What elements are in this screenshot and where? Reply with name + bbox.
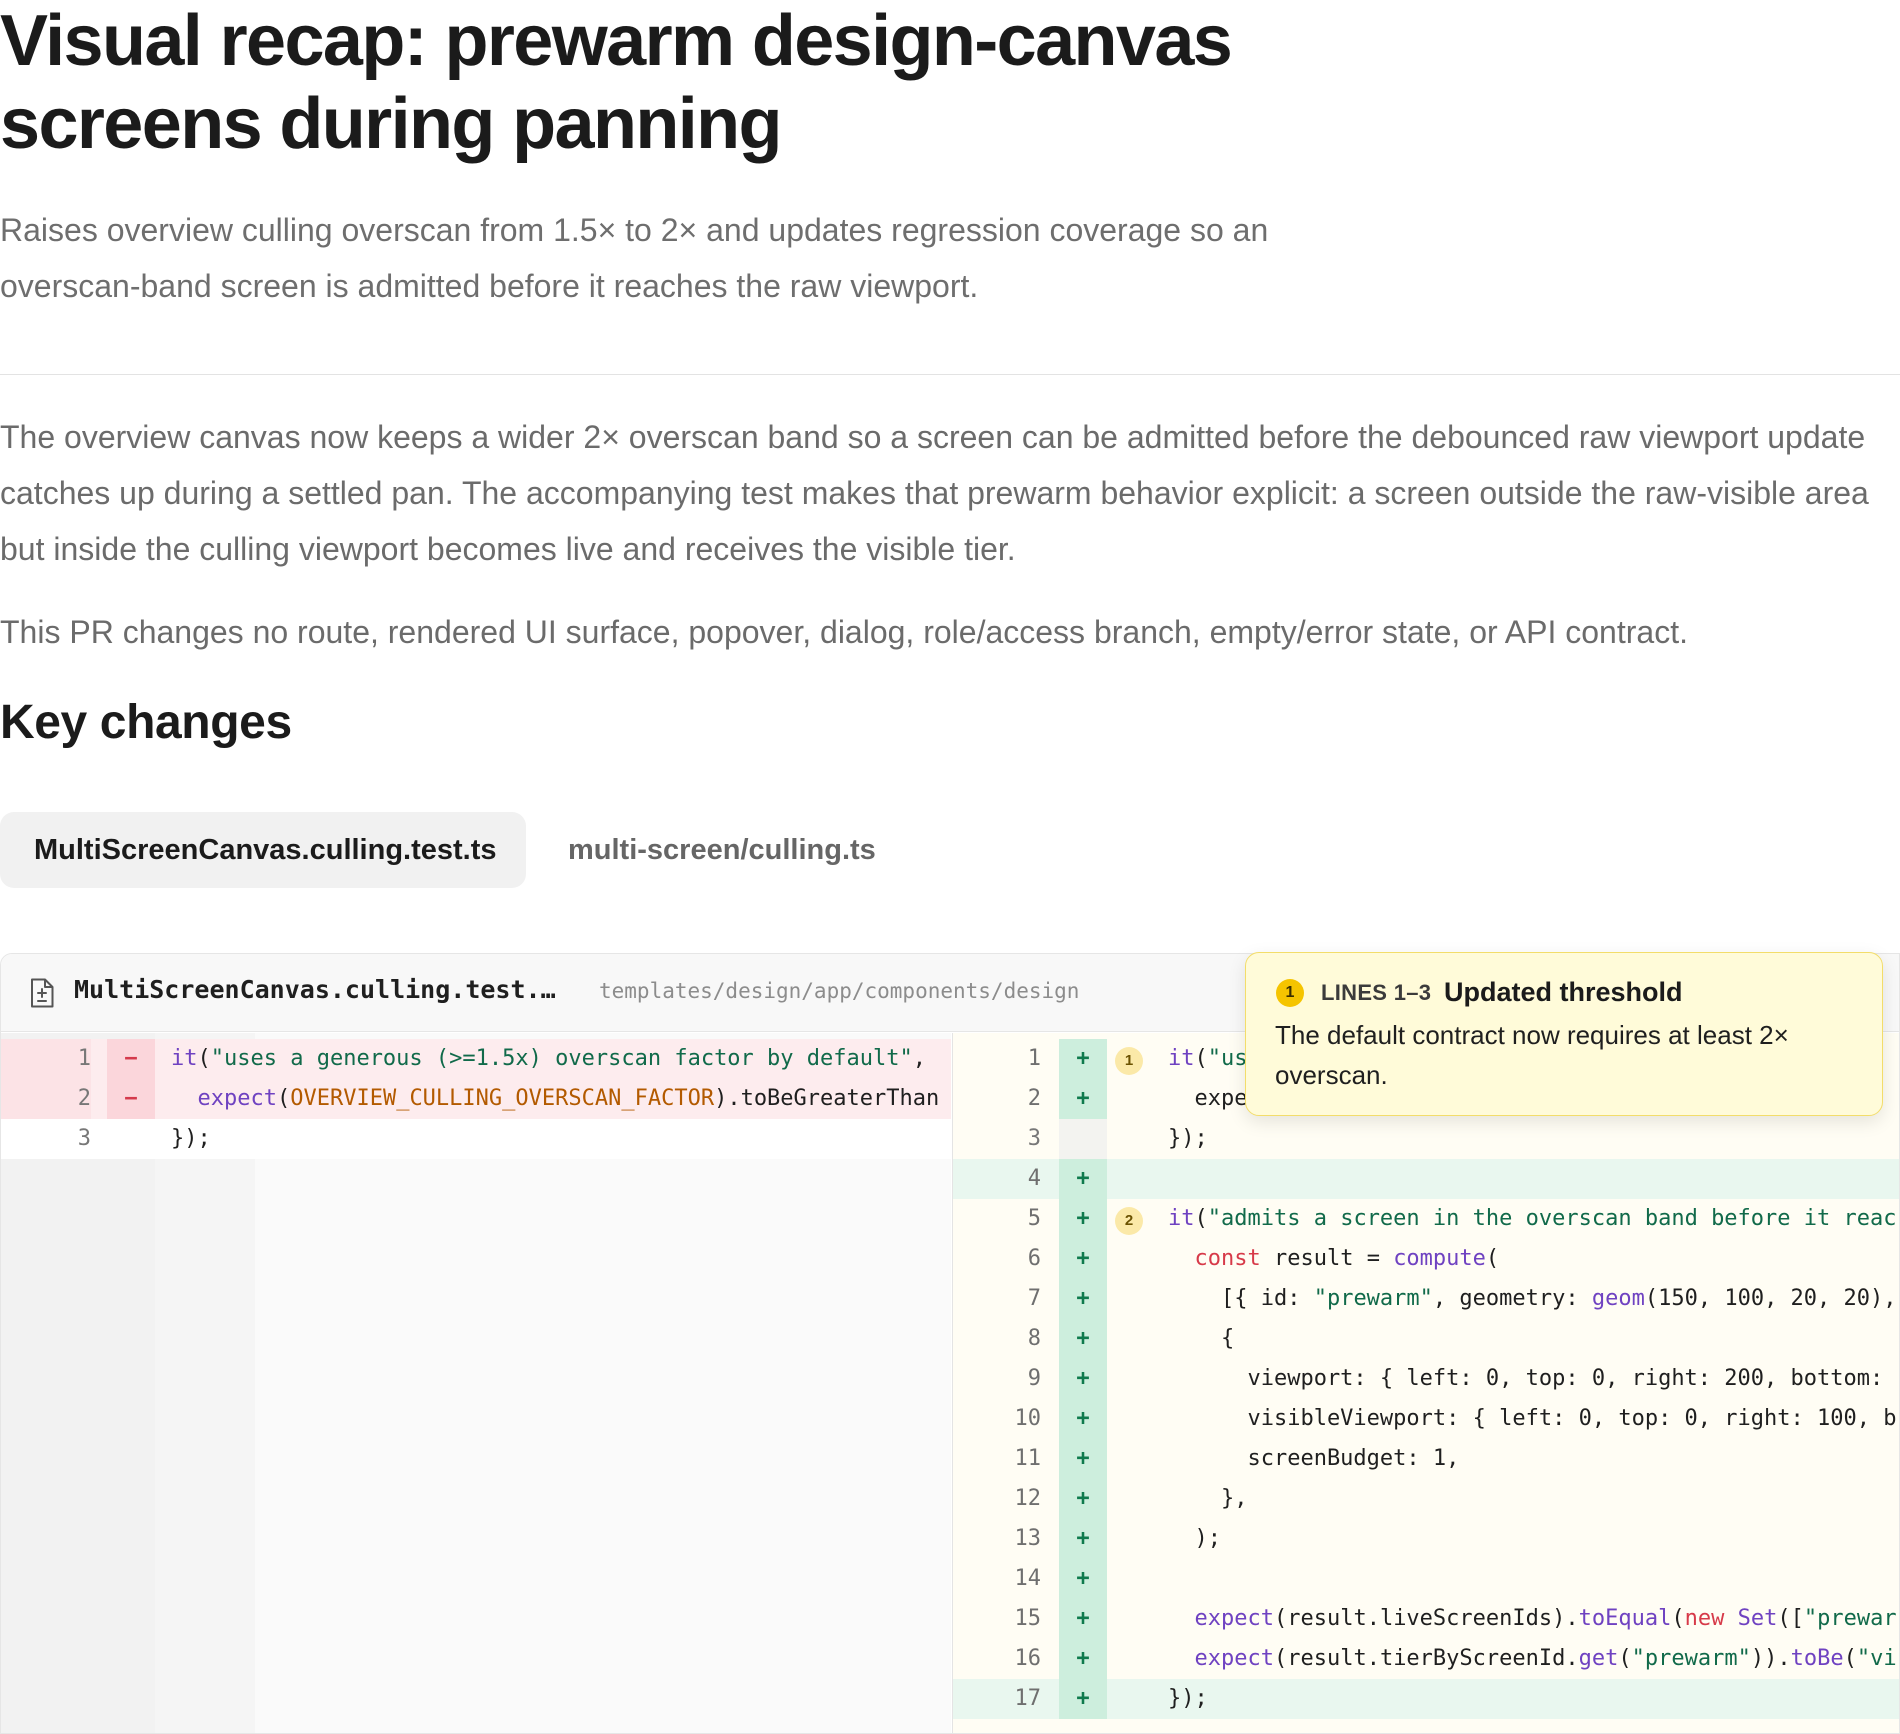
annotation-number-badge: 1	[1276, 979, 1304, 1007]
addition-marker: +	[1059, 1359, 1107, 1399]
code-text: expect(result.liveScreenIds).toEqual(new…	[1194, 1606, 1897, 1631]
diff-line-new-13: 13 + );	[953, 1519, 1899, 1559]
addition-marker: +	[1059, 1679, 1107, 1719]
line-number: 15	[1014, 1606, 1042, 1631]
line-number: 16	[1014, 1646, 1042, 1671]
line-number: 2	[1027, 1086, 1041, 1111]
diff-line-new-3: 3});	[953, 1119, 1899, 1159]
diff-line-old-3: 3});	[1, 1119, 951, 1159]
line-number: 8	[1027, 1326, 1041, 1351]
diff-line-new-14: 14 +	[953, 1559, 1899, 1599]
diff-line-new-8: 8 + {	[953, 1319, 1899, 1359]
code-text: );	[1168, 1526, 1221, 1551]
line-number: 6	[1027, 1246, 1041, 1271]
code-text: {	[1168, 1326, 1235, 1351]
section-divider	[0, 374, 1900, 375]
deletion-marker: −	[107, 1079, 155, 1119]
context-marker	[1059, 1119, 1107, 1159]
line-number: 9	[1027, 1366, 1041, 1391]
diff-line-new-11: 11 + screenBudget: 1,	[953, 1439, 1899, 1479]
addition-marker: +	[1059, 1599, 1107, 1639]
line-number: 7	[1027, 1286, 1041, 1311]
diff-line-new-4: 4 +	[953, 1159, 1899, 1199]
diff-line-old-2: 2− expect(OVERVIEW_CULLING_OVERSCAN_FACT…	[1, 1079, 951, 1119]
addition-marker: +	[1059, 1079, 1107, 1119]
code-text: screenBudget: 1,	[1168, 1446, 1460, 1471]
line-number: 1	[1, 1039, 91, 1079]
addition-marker: +	[1059, 1519, 1107, 1559]
code-text: },	[1168, 1486, 1248, 1511]
code-text: viewport: { left: 0, top: 0, right: 200,…	[1168, 1366, 1884, 1391]
deletion-marker: −	[107, 1039, 155, 1079]
code-text: });	[171, 1126, 211, 1151]
addition-marker: +	[1059, 1399, 1107, 1439]
line-number: 17	[1014, 1686, 1042, 1711]
addition-marker: +	[1059, 1639, 1107, 1679]
addition-marker: +	[1059, 1319, 1107, 1359]
tab-culling-test[interactable]: MultiScreenCanvas.culling.test.ts	[0, 812, 526, 888]
code-text: [{ id: "prewarm", geometry: geom(150, 10…	[1168, 1286, 1897, 1311]
line-number: 2	[1, 1079, 91, 1119]
line-number: 4	[1027, 1166, 1041, 1191]
code-text: visibleViewport: { left: 0, top: 0, righ…	[1168, 1406, 1897, 1431]
diff-line-new-15: 15 + expect(result.liveScreenIds).toEqual…	[953, 1599, 1899, 1639]
addition-marker: +	[1059, 1559, 1107, 1599]
summary-paragraph: The overview canvas now keeps a wider 2×…	[0, 419, 1869, 567]
diff-line-new-16: 16 + expect(result.tierByScreenId.get("pr…	[953, 1639, 1899, 1679]
line-number: 3	[1027, 1126, 1041, 1151]
diff-line-new-10: 10 + visibleViewport: { left: 0, top: 0, …	[953, 1399, 1899, 1439]
code-text: });	[1168, 1686, 1208, 1711]
code-text: const result = compute(	[1194, 1246, 1500, 1271]
addition-marker: +	[1059, 1279, 1107, 1319]
diff-file-path: templates/design/app/components/design	[599, 979, 1080, 1003]
addition-marker: +	[1059, 1479, 1107, 1519]
addition-marker: +	[1059, 1239, 1107, 1279]
line-number: 12	[1014, 1486, 1042, 1511]
file-diff-icon	[31, 978, 54, 1008]
annotation-line-range: LINES 1–3	[1321, 980, 1432, 1005]
line-number: 5	[1027, 1206, 1041, 1231]
code-text: expect(OVERVIEW_CULLING_OVERSCAN_FACTOR)…	[197, 1086, 940, 1111]
line-number: 13	[1014, 1526, 1042, 1551]
line-number: 1	[1027, 1046, 1041, 1071]
diff-old-pane: 1− it("uses a generous (>=1.5x) overscan …	[1, 1033, 951, 1733]
diff-line-new-9: 9 + viewport: { left: 0, top: 0, right: 2…	[953, 1359, 1899, 1399]
annotation-callout: 1 LINES 1–3 Updated threshold The defaul…	[1245, 952, 1883, 1116]
code-text: it("admits a screen in the overscan band…	[1168, 1206, 1897, 1231]
code-text: });	[1168, 1126, 1208, 1151]
diff-line-new-7: 7 + [{ id: "prewarm", geometry: geom(150,…	[953, 1279, 1899, 1319]
addition-marker: +	[1059, 1439, 1107, 1479]
addition-marker: +	[1059, 1039, 1107, 1079]
line-number: 14	[1014, 1566, 1042, 1591]
diff-file-name[interactable]: MultiScreenCanvas.culling.test.…	[74, 975, 556, 1004]
addition-marker: +	[1059, 1159, 1107, 1199]
context-marker	[107, 1119, 155, 1159]
annotation-marker-badge[interactable]: 2	[1115, 1207, 1143, 1235]
diff-line-new-6: 6 + const result = compute(	[953, 1239, 1899, 1279]
diff-new-pane: 1 +1 it("us 2 + expe 3}); 4 +5 +2 it("admits a sc…	[952, 1033, 1899, 1733]
page-subtitle: Raises overview culling overscan from 1.…	[0, 212, 1269, 304]
line-number: 3	[77, 1126, 91, 1151]
diff-line-old-1: 1− it("uses a generous (>=1.5x) overscan …	[1, 1039, 951, 1079]
key-changes-heading: Key changes	[0, 696, 292, 749]
tab-culling-source[interactable]: multi-screen/culling.ts	[534, 812, 894, 888]
line-number: 11	[1014, 1446, 1042, 1471]
annotation-marker-badge[interactable]: 1	[1115, 1047, 1143, 1075]
diff-line-new-5: 5 +2 it("admits a screen in the overscan b…	[953, 1199, 1899, 1239]
code-text: expect(result.tierByScreenId.get("prewar…	[1194, 1646, 1897, 1671]
diff-line-new-17: 17 +});	[953, 1679, 1899, 1719]
line-number: 10	[1014, 1406, 1042, 1431]
annotation-title: Updated threshold	[1444, 977, 1683, 1007]
page-title: Visual recap: prewarm design-canvas scre…	[0, 1, 1233, 164]
addition-marker: +	[1059, 1199, 1107, 1239]
code-text: it("uses a generous (>=1.5x) overscan fa…	[171, 1046, 926, 1071]
scope-paragraph: This PR changes no route, rendered UI su…	[0, 614, 1688, 650]
diff-line-new-12: 12 + },	[953, 1479, 1899, 1519]
annotation-body: The default contract now requires at lea…	[1275, 1020, 1789, 1090]
